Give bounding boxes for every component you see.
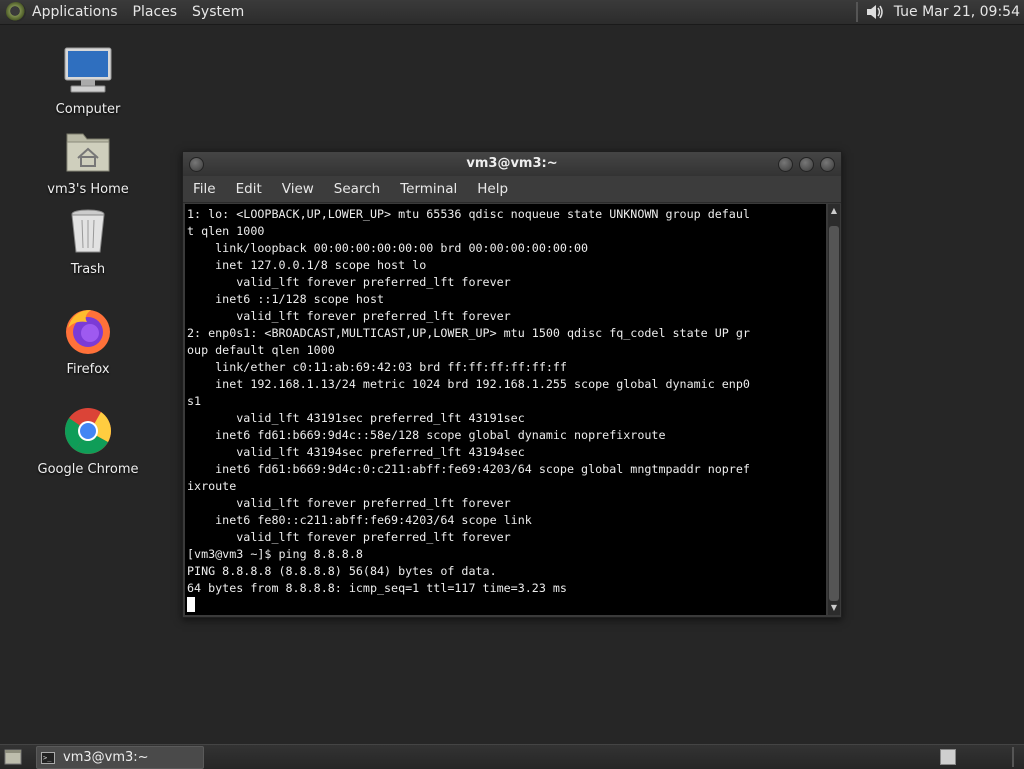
terminal-cursor [187, 597, 195, 612]
terminal-line: inet 127.0.0.1/8 scope host lo [187, 258, 427, 272]
home-folder-icon [66, 133, 110, 172]
terminal-line: valid_lft forever preferred_lft forever [187, 275, 511, 289]
close-button[interactable] [820, 157, 835, 172]
firefox-icon [66, 310, 110, 354]
chrome-icon [64, 408, 112, 454]
clock[interactable]: Tue Mar 21, 09:54 [894, 4, 1020, 20]
menu-file[interactable]: File [183, 181, 226, 197]
workspace-switcher[interactable] [940, 749, 956, 765]
terminal-line: 1: lo: <LOOPBACK,UP,LOWER_UP> mtu 65536 … [187, 207, 750, 221]
bottom-panel: >_ vm3@vm3:~ [0, 744, 1024, 769]
terminal-line: inet 192.168.1.13/24 metric 1024 brd 192… [187, 377, 750, 391]
terminal-line: link/ether c0:11:ab:69:42:03 brd ff:ff:f… [187, 360, 567, 374]
system-menu[interactable]: System [192, 4, 244, 20]
terminal-menubar: File Edit View Search Terminal Help [183, 176, 841, 203]
terminal-output[interactable]: 1: lo: <LOOPBACK,UP,LOWER_UP> mtu 65536 … [185, 204, 826, 615]
terminal-line: valid_lft 43191sec preferred_lft 43191se… [187, 411, 525, 425]
maximize-button[interactable] [799, 157, 814, 172]
terminal-line: valid_lft forever preferred_lft forever [187, 496, 511, 510]
desktop-icon-trash[interactable]: Trash [33, 206, 143, 277]
computer-icon [64, 47, 112, 93]
distro-logo-icon[interactable] [6, 2, 26, 22]
desktop-icon-label: Computer [55, 102, 121, 117]
trash-icon [71, 209, 105, 253]
terminal-icon: >_ [41, 751, 55, 764]
terminal-line: inet6 ::1/128 scope host [187, 292, 385, 306]
desktop-icon-firefox[interactable]: Firefox [33, 306, 143, 377]
terminal-line: oup default qlen 1000 [187, 343, 335, 357]
terminal-line: PING 8.8.8.8 (8.8.8.8) 56(84) bytes of d… [187, 564, 497, 578]
places-menu[interactable]: Places [133, 4, 178, 20]
terminal-line: t qlen 1000 [187, 224, 265, 238]
desktop-icon-label: Trash [70, 262, 106, 277]
panel-separator [1012, 747, 1014, 767]
terminal-line: [vm3@vm3 ~]$ ping 8.8.8.8 [187, 547, 363, 561]
show-desktop-icon[interactable] [4, 749, 22, 765]
terminal-line: link/loopback 00:00:00:00:00:00 brd 00:0… [187, 241, 589, 255]
terminal-line: 64 bytes from 8.8.8.8: icmp_seq=1 ttl=11… [187, 581, 567, 595]
menu-terminal[interactable]: Terminal [390, 181, 467, 197]
terminal-scrollbar[interactable]: ▲ ▼ [828, 204, 840, 615]
desktop-icon-label: Google Chrome [37, 462, 139, 477]
terminal-line: inet6 fd61:b669:9d4c::58e/128 scope glob… [187, 428, 666, 442]
menu-view[interactable]: View [272, 181, 324, 197]
applications-menu[interactable]: Applications [32, 4, 118, 20]
minimize-button[interactable] [778, 157, 793, 172]
terminal-text: 1: lo: <LOOPBACK,UP,LOWER_UP> mtu 65536 … [185, 204, 826, 614]
taskbar-window-label: vm3@vm3:~ [63, 750, 149, 765]
taskbar-window-button[interactable]: >_ vm3@vm3:~ [36, 746, 204, 769]
window-menu-button[interactable] [189, 157, 204, 172]
scrollbar-thumb[interactable] [829, 226, 839, 601]
desktop-icon-home[interactable]: vm3's Home [33, 126, 143, 197]
terminal-window[interactable]: vm3@vm3:~ File Edit View Search Terminal… [182, 151, 842, 618]
terminal-line: valid_lft 43194sec preferred_lft 43194se… [187, 445, 525, 459]
terminal-line: 2: enp0s1: <BROADCAST,MULTICAST,UP,LOWER… [187, 326, 750, 340]
terminal-titlebar[interactable]: vm3@vm3:~ [183, 152, 841, 176]
desktop-icon-chrome[interactable]: Google Chrome [33, 406, 143, 477]
menu-search[interactable]: Search [324, 181, 390, 197]
terminal-line: valid_lft forever preferred_lft forever [187, 309, 511, 323]
desktop-icon-label: Firefox [66, 362, 110, 377]
top-panel: Applications Places System Tue Mar 21, 0… [0, 0, 1024, 25]
desktop-icon-label: vm3's Home [47, 182, 129, 197]
terminal-line: ixroute [187, 479, 237, 493]
scroll-down-icon[interactable]: ▼ [828, 601, 840, 615]
terminal-line: inet6 fd61:b669:9d4c:0:c211:abff:fe69:42… [187, 462, 750, 476]
terminal-line: s1 [187, 394, 202, 408]
menu-edit[interactable]: Edit [226, 181, 272, 197]
desktop-icon-computer[interactable]: Computer [33, 46, 143, 117]
terminal-line: inet6 fe80::c211:abff:fe69:4203/64 scope… [187, 513, 532, 527]
terminal-line: valid_lft forever preferred_lft forever [187, 530, 511, 544]
menu-help[interactable]: Help [467, 181, 518, 197]
window-title: vm3@vm3:~ [466, 156, 558, 171]
panel-separator [855, 2, 858, 22]
scroll-up-icon[interactable]: ▲ [828, 204, 840, 218]
volume-icon[interactable] [864, 2, 886, 22]
